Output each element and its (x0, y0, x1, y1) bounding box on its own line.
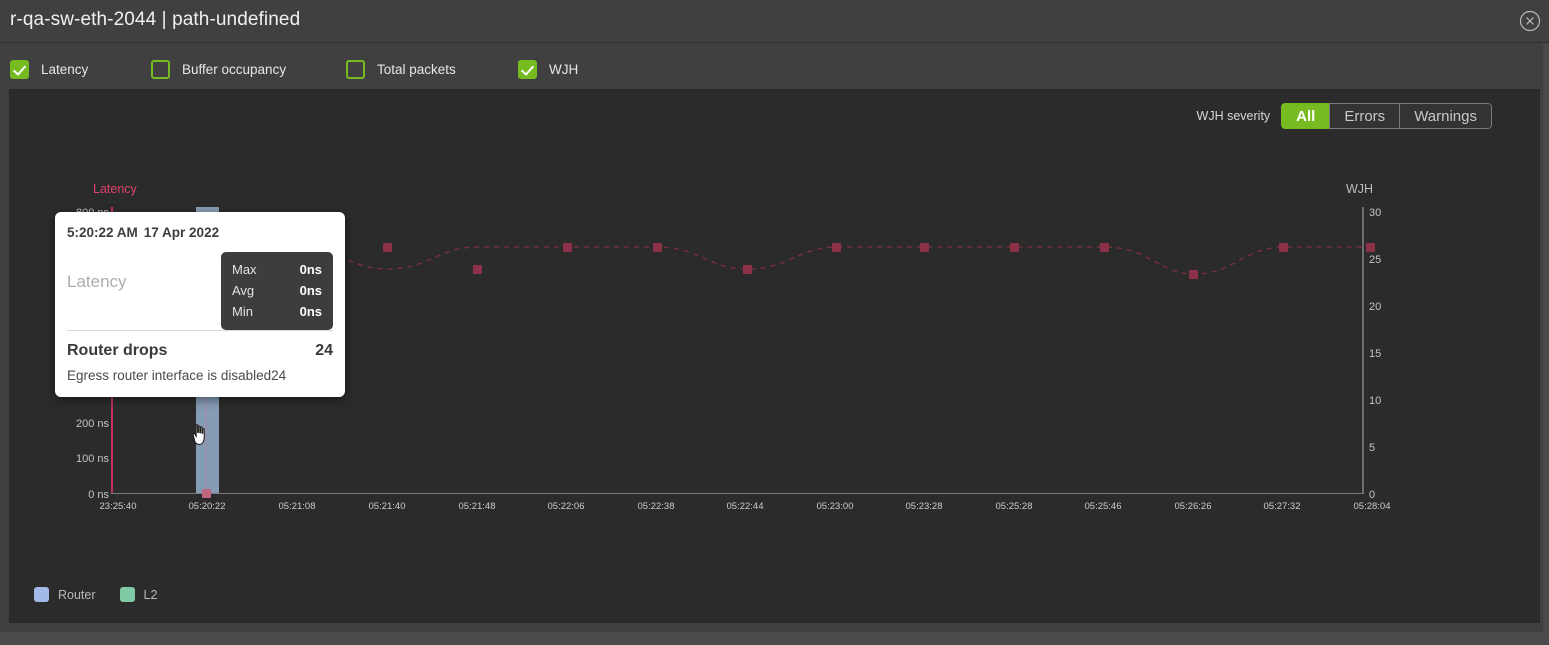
tooltip-series-label: Latency (67, 272, 127, 292)
chart-legend: Router L2 (34, 587, 181, 602)
xtick-7: 05:22:44 (727, 501, 764, 512)
xtick-1: 05:20:22 (189, 501, 226, 512)
left-axis-title: Latency (93, 182, 137, 196)
page-title: r-qa-sw-eth-2044 | path-undefined (10, 9, 300, 31)
right-ytick-3: 15 (1369, 348, 1381, 360)
tooltip-stat-avg-key: Avg (232, 280, 254, 301)
metric-filter-bar: Latency Buffer occupancy Total packets W… (0, 44, 1549, 89)
xtick-10: 05:25:28 (996, 501, 1033, 512)
tooltip-time: 5:20:22 AM (67, 225, 138, 240)
xtick-2: 05:21:08 (279, 501, 316, 512)
wjh-severity-buttongroup: All Errors Warnings (1281, 103, 1492, 129)
tooltip-stat-max: Max 0ns (232, 259, 322, 280)
left-ytick-8: 0 ns (61, 489, 109, 501)
tooltip-stats-box: Max 0ns Avg 0ns Min 0ns (221, 252, 333, 330)
wjh-severity-control: WJH severity All Errors Warnings (1197, 103, 1492, 129)
xtick-3: 05:21:40 (369, 501, 406, 512)
wjh-severity-label: WJH severity (1197, 109, 1271, 123)
xtick-0: 23:25:40 (100, 501, 137, 512)
left-ytick-7: 100 ns (61, 453, 109, 465)
bottom-axis-line (111, 493, 1364, 494)
xtick-4: 05:21:48 (459, 501, 496, 512)
vertical-scrollbar[interactable] (1543, 43, 1549, 632)
tooltip-stat-min-value: 0ns (300, 301, 322, 322)
filter-total-packets[interactable]: Total packets (346, 58, 456, 80)
legend-item-router[interactable]: Router (34, 587, 96, 602)
mouse-cursor-pointer-icon (192, 424, 208, 446)
legend-label-l2: L2 (144, 588, 158, 602)
xtick-11: 05:25:46 (1085, 501, 1122, 512)
checkbox-latency-icon[interactable] (10, 60, 29, 79)
tooltip-timestamp: 5:20:22 AM 17 Apr 2022 (67, 212, 333, 240)
right-ytick-0: 30 (1369, 207, 1381, 219)
checkbox-wjh-icon[interactable] (518, 60, 537, 79)
tooltip-stat-avg: Avg 0ns (232, 280, 322, 301)
xtick-9: 05:23:28 (906, 501, 943, 512)
xtick-5: 05:22:06 (548, 501, 585, 512)
right-axis-line (1362, 207, 1364, 493)
chart-tooltip: 5:20:22 AM 17 Apr 2022 Latency Max 0ns Av… (55, 212, 345, 397)
tooltip-stat-min-key: Min (232, 301, 253, 322)
tooltip-router-drops-row: Router drops 24 (67, 331, 333, 360)
close-icon[interactable] (1518, 9, 1542, 33)
tooltip-stat-avg-value: 0ns (300, 280, 322, 301)
filter-total-packets-label: Total packets (377, 62, 456, 77)
legend-swatch-router (34, 587, 49, 602)
legend-item-l2[interactable]: L2 (120, 587, 158, 602)
xtick-6: 05:22:38 (638, 501, 675, 512)
chart-modal-window: r-qa-sw-eth-2044 | path-undefined Latenc… (0, 0, 1549, 632)
tooltip-router-drops-label: Router drops (67, 342, 167, 360)
filter-buffer-occupancy-label: Buffer occupancy (182, 62, 286, 77)
xtick-8: 05:23:00 (817, 501, 854, 512)
left-ytick-6: 200 ns (61, 418, 109, 430)
severity-option-warnings[interactable]: Warnings (1399, 103, 1492, 129)
right-ytick-2: 20 (1369, 301, 1381, 313)
filter-wjh[interactable]: WJH (518, 58, 578, 80)
checkbox-buffer-occupancy-icon[interactable] (151, 60, 170, 79)
xtick-12: 05:26:26 (1175, 501, 1212, 512)
tooltip-latency-section: Latency Max 0ns Avg 0ns Min 0ns (67, 240, 333, 328)
xtick-13: 05:27:32 (1264, 501, 1301, 512)
right-ytick-1: 25 (1369, 254, 1381, 266)
right-ytick-5: 5 (1369, 442, 1375, 454)
legend-swatch-l2 (120, 587, 135, 602)
right-axis-title: WJH (1346, 182, 1373, 196)
filter-wjh-label: WJH (549, 62, 578, 77)
filter-buffer-occupancy[interactable]: Buffer occupancy (151, 58, 286, 80)
severity-option-errors[interactable]: Errors (1329, 103, 1399, 129)
right-ytick-4: 10 (1369, 395, 1381, 407)
severity-option-all[interactable]: All (1281, 103, 1329, 129)
tooltip-router-drops-value: 24 (315, 342, 333, 360)
tooltip-stat-max-value: 0ns (300, 259, 322, 280)
filter-latency-label: Latency (41, 62, 88, 77)
tooltip-date: 17 Apr 2022 (144, 225, 219, 240)
filter-latency[interactable]: Latency (10, 58, 88, 80)
right-ytick-6: 0 (1369, 489, 1375, 501)
tooltip-stat-min: Min 0ns (232, 301, 322, 322)
checkbox-total-packets-icon[interactable] (346, 60, 365, 79)
hover-data-marker (202, 489, 211, 498)
tooltip-description: Egress router interface is disabled24 (67, 360, 333, 397)
xtick-14: 05:28:04 (1354, 501, 1391, 512)
legend-label-router: Router (58, 588, 96, 602)
modal-titlebar: r-qa-sw-eth-2044 | path-undefined (0, 0, 1549, 43)
tooltip-stat-max-key: Max (232, 259, 257, 280)
